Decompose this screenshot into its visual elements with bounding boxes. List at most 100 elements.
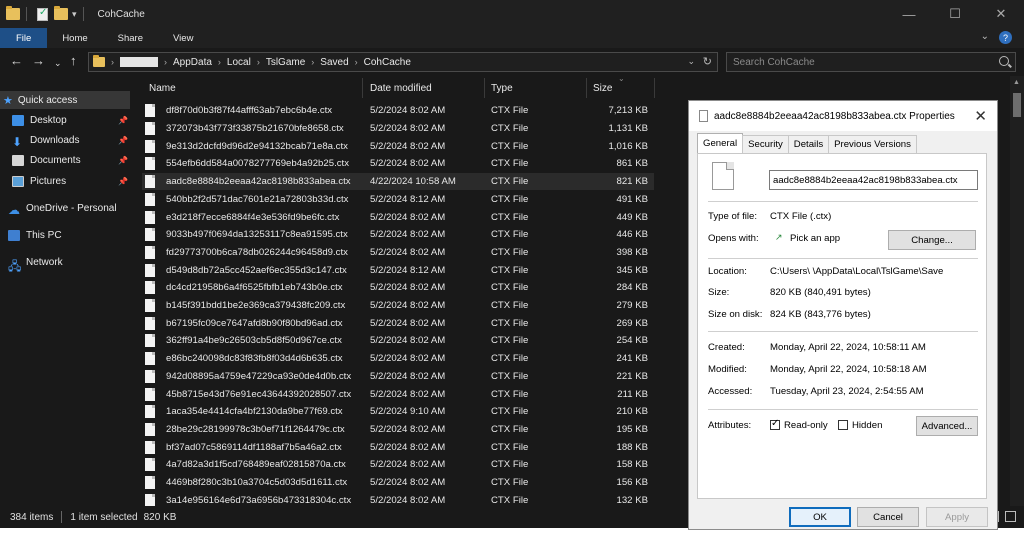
nav-this-pc[interactable]: This PC: [0, 226, 134, 244]
tab-security[interactable]: Security: [742, 135, 789, 153]
tab-details[interactable]: Details: [787, 135, 830, 153]
file-row[interactable]: e86bc240098dc83f83fb8f03d4d6b635.ctx 5/2/…: [142, 350, 654, 368]
file-row[interactable]: e3d218f7ecce6884f4e3e536fd9be6fc.ctx 5/2/…: [142, 208, 654, 226]
file-row[interactable]: d549d8db72a5cc452aef6ec355d3c147.ctx 5/2/…: [142, 261, 654, 279]
readonly-checkbox[interactable]: [770, 418, 780, 430]
new-folder-icon[interactable]: [54, 6, 68, 20]
chevron-right-icon[interactable]: ›: [355, 57, 358, 67]
column-divider[interactable]: [654, 78, 655, 98]
nav-network[interactable]: 🖧 Network: [0, 253, 134, 273]
file-row[interactable]: b145f391bdd1be2e369ca379438fc209.ctx 5/2/…: [142, 297, 654, 315]
nav-onedrive[interactable]: ☁ OneDrive - Personal: [0, 199, 134, 217]
nav-documents[interactable]: Documents 📌: [0, 151, 134, 169]
nav-pictures[interactable]: Pictures 📌: [0, 172, 134, 190]
file-icon: [145, 352, 155, 366]
address-dropdown-chevron-icon[interactable]: ⌄: [687, 56, 695, 67]
file-row[interactable]: 372073b43f773f33875b21670bfe8658.ctx 5/2/…: [142, 120, 654, 138]
file-row[interactable]: 942d08895a4759e47229ca93e0de4d0b.ctx 5/2/…: [142, 368, 654, 386]
breadcrumb-local[interactable]: Local: [227, 57, 251, 68]
vertical-scrollbar[interactable]: ▲: [1010, 76, 1024, 506]
column-divider[interactable]: [586, 78, 587, 98]
file-row[interactable]: 554efb6dd584a0078277769eb4a92b25.ctx 5/2/…: [142, 155, 654, 173]
nav-downloads[interactable]: ⬇ Downloads 📌: [0, 131, 134, 149]
file-row[interactable]: bf37ad07c5869114df1188af7b5a46a2.ctx 5/2/…: [142, 438, 654, 456]
file-row[interactable]: 3a14e956164e6d73a6956b473318304c.ctx 5/2/…: [142, 491, 654, 506]
file-row[interactable]: 28be29c28199978c3b0ef71f1264479c.ctx 5/2/…: [142, 421, 654, 439]
search-box[interactable]: [726, 52, 1016, 72]
file-row[interactable]: 1aca354e4414cfa4bf2130da9be77f69.ctx 5/2/…: [142, 403, 654, 421]
size-value: 820 KB (840,491 bytes): [770, 287, 871, 298]
back-arrow-icon[interactable]: ←: [10, 54, 23, 68]
file-row[interactable]: 45b8715e43d76e91ec43644392028507.ctx 5/2/…: [142, 385, 654, 403]
apply-button[interactable]: Apply: [926, 507, 988, 527]
nav-desktop[interactable]: Desktop 📌: [0, 111, 134, 129]
scroll-up-arrow-icon[interactable]: ▲: [1013, 79, 1020, 86]
readonly-label[interactable]: Read-only: [784, 420, 828, 431]
tab-general[interactable]: General: [697, 133, 744, 153]
tab-previous-versions[interactable]: Previous Versions: [828, 135, 917, 153]
filename-field[interactable]: [769, 170, 978, 190]
breadcrumb-appdata[interactable]: AppData: [173, 57, 212, 68]
hidden-label[interactable]: Hidden: [852, 420, 882, 431]
address-bar[interactable]: › › AppData › Local › TslGame › Saved › …: [88, 52, 718, 72]
file-row[interactable]: 4469b8f280c3b10a3704c5d03d5d1611.ctx 5/2/…: [142, 474, 654, 492]
nav-quick-access[interactable]: ★ Quick access: [0, 91, 130, 109]
chevron-right-icon[interactable]: ›: [311, 57, 314, 67]
file-row[interactable]: 9e313d2dcfd9d96d2e94132bcab71e8a.ctx 5/2/…: [142, 137, 654, 155]
file-row[interactable]: b67195fc09ce7647afd8b90f80bd96ad.ctx 5/2/…: [142, 314, 654, 332]
column-header-name[interactable]: Name: [149, 76, 176, 100]
file-type: CTX File: [491, 140, 529, 152]
dialog-close-button[interactable]: ✕: [974, 107, 987, 125]
computer-icon: [8, 229, 20, 241]
search-input[interactable]: [733, 56, 983, 68]
ok-button[interactable]: OK: [789, 507, 851, 527]
maximize-button[interactable]: ☐: [932, 0, 978, 28]
breadcrumb-saved[interactable]: Saved: [320, 57, 348, 68]
location-label: Location:: [708, 266, 747, 277]
chevron-right-icon[interactable]: ›: [257, 57, 260, 67]
breadcrumb-cohcache[interactable]: CohCache: [364, 57, 411, 68]
network-icon: 🖧: [8, 258, 22, 273]
advanced-button[interactable]: Advanced...: [916, 416, 978, 436]
chevron-right-icon[interactable]: ›: [218, 57, 221, 67]
dialog-title-bar[interactable]: aadc8e8884b2eeaa42ac8198b833abea.ctx Pro…: [689, 101, 997, 131]
tab-share[interactable]: Share: [103, 28, 158, 48]
customize-toolbar-chevron-icon[interactable]: ▾: [72, 9, 77, 20]
refresh-icon[interactable]: ↻: [703, 55, 712, 68]
recent-locations-chevron-icon[interactable]: ⌄: [54, 56, 62, 70]
column-header-size[interactable]: Size: [593, 76, 612, 100]
forward-arrow-icon[interactable]: →: [32, 54, 45, 68]
properties-icon[interactable]: [37, 7, 48, 21]
tab-view[interactable]: View: [158, 28, 208, 48]
file-icon: [145, 476, 155, 490]
file-row[interactable]: df8f70d0b3f87f44afff63ab7ebc6b4e.ctx 5/2/…: [142, 102, 654, 120]
column-divider[interactable]: [362, 78, 363, 98]
cancel-button[interactable]: Cancel: [857, 507, 919, 527]
file-row[interactable]: 362ff91a4be9c26503cb5d8f50d967ce.ctx 5/2/…: [142, 332, 654, 350]
file-row[interactable]: aadc8e8884b2eeaa42ac8198b833abea.ctx 4/22…: [142, 172, 654, 191]
ribbon-tabs: File Home Share View ⌄ ?: [0, 28, 1024, 48]
help-icon[interactable]: ?: [999, 31, 1012, 44]
tab-file[interactable]: File: [0, 28, 48, 48]
close-button[interactable]: ✕: [978, 0, 1024, 28]
file-row[interactable]: 4a7d82a3d1f5cd768489eaf02815870a.ctx 5/2/…: [142, 456, 654, 474]
change-button[interactable]: Change...: [888, 230, 976, 250]
expand-ribbon-chevron-icon[interactable]: ⌄: [981, 31, 989, 44]
file-row[interactable]: 9033b497f0694da13253117c8ea91595.ctx 5/2/…: [142, 226, 654, 244]
file-row[interactable]: fd29773700b6ca78db026244c96458d9.ctx 5/2/…: [142, 244, 654, 262]
column-header-date[interactable]: Date modified: [370, 76, 432, 100]
scrollbar-thumb[interactable]: [1013, 93, 1021, 117]
hidden-checkbox[interactable]: [838, 420, 848, 430]
chevron-right-icon[interactable]: ›: [111, 57, 114, 67]
chevron-right-icon[interactable]: ›: [164, 57, 167, 67]
file-row[interactable]: 540bb2f2d571dac7601e21a72803b33d.ctx 5/2/…: [142, 191, 654, 209]
tab-home[interactable]: Home: [47, 28, 102, 48]
up-arrow-icon[interactable]: ↑: [70, 54, 77, 68]
column-header-type[interactable]: Type: [491, 76, 513, 100]
breadcrumb-tslgame[interactable]: TslGame: [266, 57, 305, 68]
file-row[interactable]: dc4cd21958b6a4f6525fbfb1eb743b0e.ctx 5/2/…: [142, 279, 654, 297]
file-icon: [145, 175, 155, 189]
minimize-button[interactable]: —: [886, 0, 932, 28]
large-icons-view-icon[interactable]: [1005, 511, 1016, 522]
column-divider[interactable]: [484, 78, 485, 98]
